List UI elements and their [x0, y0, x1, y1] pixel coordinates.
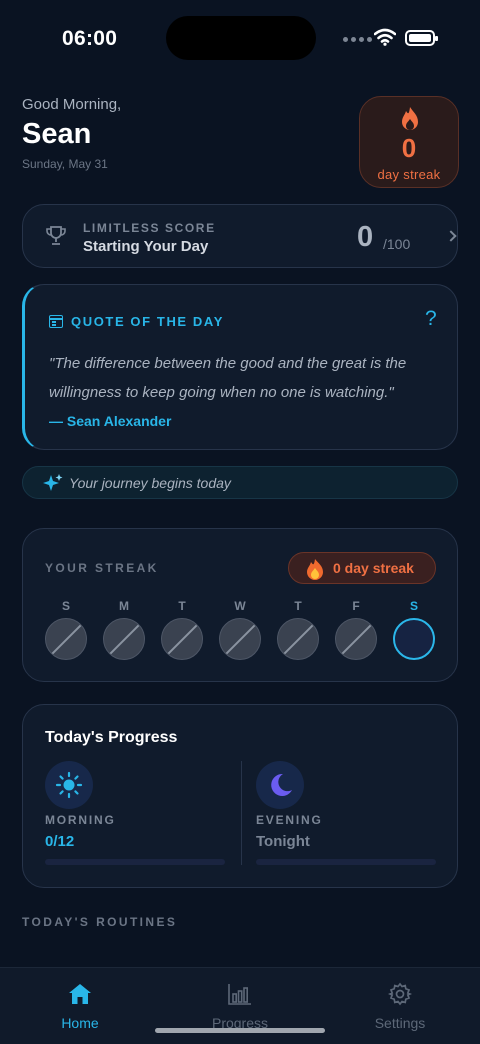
signal-icon: [343, 37, 372, 42]
sun-icon: [55, 771, 83, 799]
morning-icon-circle: [45, 761, 93, 809]
day-circle-missed: [45, 618, 87, 660]
home-icon: [69, 984, 91, 1004]
bar-chart-icon: [228, 984, 251, 1005]
tab-home[interactable]: Home: [20, 982, 140, 1031]
date-text: Sunday, May 31: [22, 157, 108, 171]
day-circle-missed: [219, 618, 261, 660]
progress-divider: [241, 761, 242, 865]
quote-card: QUOTE OF THE DAY ? "The difference betwe…: [22, 284, 458, 450]
tab-home-label: Home: [61, 1015, 99, 1031]
quote-title: QUOTE OF THE DAY: [71, 314, 224, 329]
streak-pill-text: 0 day streak: [333, 560, 414, 576]
evening-progress-bar: [256, 859, 436, 865]
streak-count: 0: [401, 133, 417, 163]
wifi-icon: [374, 28, 396, 46]
score-subtitle: Starting Your Day: [83, 238, 209, 255]
fire-emoji-icon: [307, 559, 323, 580]
day-circle-today: [393, 618, 435, 660]
status-time: 06:00: [62, 27, 118, 50]
journey-banner: Your journey begins today: [22, 466, 458, 499]
morning-value: 0/12: [45, 833, 75, 850]
flame-icon: [402, 107, 418, 130]
streak-label: day streak: [377, 167, 441, 182]
evening-label: EVENING: [256, 813, 323, 827]
day-label: F: [352, 599, 360, 613]
morning-label: MORNING: [45, 813, 116, 827]
quote-text: "The difference between the good and the…: [49, 355, 407, 401]
limitless-score-card[interactable]: LIMITLESS SCORE Starting Your Day 0 /100: [22, 204, 458, 268]
tab-settings[interactable]: Settings: [340, 982, 460, 1031]
routines-heading: TODAY'S ROUTINES: [22, 915, 178, 929]
streak-badge[interactable]: 0 day streak: [359, 96, 459, 188]
tab-settings-label: Settings: [374, 1015, 426, 1031]
day-circle-missed: [335, 618, 377, 660]
streak-title: YOUR STREAK: [45, 561, 159, 575]
day-label: S: [409, 599, 418, 613]
score-value: 0: [357, 221, 374, 253]
score-max: /100: [383, 236, 411, 252]
chevron-right-icon: [445, 230, 457, 242]
day-circle-missed: [277, 618, 319, 660]
day-label: W: [234, 599, 246, 613]
day-label: M: [119, 599, 129, 613]
battery-icon: [405, 30, 438, 46]
todays-progress-card: Today's Progress MORNING 0/12 EVENING To…: [22, 704, 458, 888]
user-name: Sean: [22, 118, 92, 150]
tab-progress[interactable]: Progress: [180, 982, 300, 1031]
score-label: LIMITLESS SCORE: [83, 221, 216, 235]
journey-text: Your journey begins today: [69, 475, 231, 491]
quote-author: — Sean Alexander: [49, 413, 172, 429]
calendar-icon: [49, 315, 63, 328]
home-indicator: [155, 1028, 325, 1033]
morning-progress-bar: [45, 859, 225, 865]
streak-card: YOUR STREAK 0 day streak S M T W T F S: [22, 528, 458, 682]
day-label: T: [178, 599, 186, 613]
trophy-icon: [46, 226, 66, 245]
evening-value: Tonight: [256, 833, 310, 850]
sparkle-icon: [43, 474, 63, 491]
gear-icon: [387, 982, 413, 1006]
day-label: S: [61, 599, 70, 613]
help-icon[interactable]: ?: [425, 307, 437, 331]
day-circle-missed: [161, 618, 203, 660]
dynamic-island: [166, 16, 316, 60]
greeting-text: Good Morning,: [22, 96, 122, 113]
day-label: T: [294, 599, 302, 613]
evening-icon-circle: [256, 761, 304, 809]
day-circle-missed: [103, 618, 145, 660]
streak-pill: 0 day streak: [288, 552, 436, 584]
progress-title: Today's Progress: [45, 729, 178, 746]
moon-icon: [271, 773, 292, 796]
